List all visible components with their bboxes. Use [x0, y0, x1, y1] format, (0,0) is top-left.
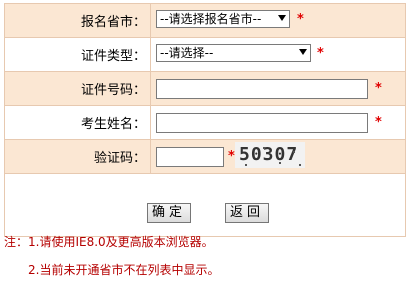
id-number-input[interactable] [156, 79, 368, 99]
province-select-value: --请选择报名省市-- [160, 12, 262, 26]
confirm-button[interactable]: 确定 [147, 203, 191, 223]
id-number-row: 证件号码： * [4, 71, 406, 106]
captcha-input[interactable] [156, 147, 224, 167]
province-row: 报名省市： --请选择报名省市-- * [4, 3, 406, 38]
id-type-select-value: --请选择-- [160, 46, 214, 60]
required-mark: * [375, 81, 382, 96]
required-mark: * [375, 115, 382, 130]
required-mark: * [297, 12, 304, 27]
id-type-row: 证件类型： --请选择-- * [4, 37, 406, 72]
captcha-text: 50307 [239, 144, 299, 165]
id-number-label: 证件号码： [4, 71, 151, 106]
captcha-image[interactable]: 50307 [235, 142, 305, 168]
captcha-row: 验证码： * 50307 [4, 139, 406, 174]
required-mark: * [317, 46, 324, 61]
note-line-2: 2.当前未开通省市不在列表中显示。 [28, 263, 220, 277]
id-type-label: 证件类型： [4, 37, 151, 72]
name-input[interactable] [156, 113, 368, 133]
button-row: 确定 返回 [4, 173, 406, 237]
back-button[interactable]: 返回 [225, 203, 269, 223]
captcha-label: 验证码： [4, 139, 151, 174]
query-form: 报名省市： --请选择报名省市-- * 证件类型： --请选择-- * 证件号码… [4, 3, 406, 237]
required-mark: * [228, 149, 235, 164]
name-label: 考生姓名： [4, 105, 151, 140]
id-type-select[interactable]: --请选择-- [156, 44, 311, 62]
note-line-1: 注：1.请使用IE8.0及更高版本浏览器。 [4, 235, 214, 249]
name-row: 考生姓名： * [4, 105, 406, 140]
province-label: 报名省市： [4, 3, 151, 38]
province-select[interactable]: --请选择报名省市-- [156, 10, 290, 28]
chevron-down-icon [299, 49, 307, 55]
chevron-down-icon [278, 15, 286, 21]
